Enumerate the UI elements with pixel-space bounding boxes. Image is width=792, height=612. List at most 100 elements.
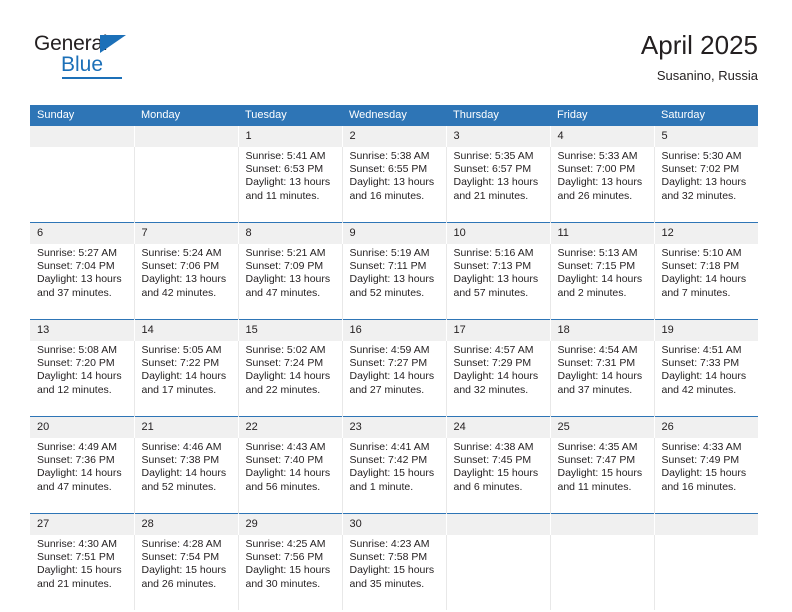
sunset-text: Sunset: 7:49 PM: [661, 454, 740, 467]
day-number[interactable]: 5: [654, 126, 758, 147]
day-cell[interactable]: Sunrise: 5:19 AM Sunset: 7:11 PM Dayligh…: [342, 244, 447, 320]
day-cell[interactable]: Sunrise: 4:38 AM Sunset: 7:45 PM Dayligh…: [446, 438, 551, 514]
daylight-text-line2: and 22 minutes.: [245, 383, 321, 396]
day-number[interactable]: 28: [134, 513, 239, 535]
calendar-page: General Blue April 2025 Susanino, Russia…: [0, 0, 792, 612]
daylight-text-line1: Daylight: 13 hours: [37, 273, 122, 286]
daylight-text-line1: Daylight: 15 hours: [349, 467, 435, 480]
week-detail-row: Sunrise: 5:27 AM Sunset: 7:04 PM Dayligh…: [30, 244, 758, 320]
sunset-text: Sunset: 7:20 PM: [37, 357, 115, 370]
day-number[interactable]: [134, 126, 239, 147]
weekday-header-thursday: Thursday: [446, 105, 550, 126]
day-cell[interactable]: Sunrise: 4:59 AM Sunset: 7:27 PM Dayligh…: [342, 341, 447, 417]
day-number[interactable]: 18: [550, 319, 655, 341]
sunrise-text: Sunrise: 5:24 AM: [141, 247, 222, 259]
day-cell[interactable]: [550, 535, 655, 610]
sunset-text: Sunset: 7:42 PM: [349, 454, 428, 467]
day-cell[interactable]: [134, 147, 239, 223]
sunrise-text: Sunrise: 4:54 AM: [557, 344, 638, 356]
day-cell[interactable]: Sunrise: 4:41 AM Sunset: 7:42 PM Dayligh…: [342, 438, 447, 514]
day-number[interactable]: 2: [342, 126, 447, 147]
daylight-text-line2: and 42 minutes.: [141, 286, 217, 299]
day-cell[interactable]: Sunrise: 5:30 AM Sunset: 7:02 PM Dayligh…: [654, 147, 758, 223]
day-cell[interactable]: Sunrise: 4:35 AM Sunset: 7:47 PM Dayligh…: [550, 438, 655, 514]
day-number[interactable]: 30: [342, 513, 447, 535]
day-cell[interactable]: Sunrise: 5:21 AM Sunset: 7:09 PM Dayligh…: [238, 244, 343, 320]
day-number[interactable]: 23: [342, 416, 447, 438]
sunrise-text: Sunrise: 5:13 AM: [557, 247, 638, 259]
day-cell[interactable]: Sunrise: 4:28 AM Sunset: 7:54 PM Dayligh…: [134, 535, 239, 610]
day-cell[interactable]: Sunrise: 5:02 AM Sunset: 7:24 PM Dayligh…: [238, 341, 343, 417]
day-number[interactable]: 8: [238, 222, 343, 244]
sunrise-text: Sunrise: 4:46 AM: [141, 441, 222, 453]
daylight-text-line2: and 6 minutes.: [453, 480, 523, 493]
day-cell[interactable]: Sunrise: 5:35 AM Sunset: 6:57 PM Dayligh…: [446, 147, 551, 223]
day-cell[interactable]: [30, 147, 135, 223]
day-cell[interactable]: Sunrise: 5:10 AM Sunset: 7:18 PM Dayligh…: [654, 244, 758, 320]
day-cell[interactable]: Sunrise: 4:49 AM Sunset: 7:36 PM Dayligh…: [30, 438, 135, 514]
day-number[interactable]: 4: [550, 126, 655, 147]
day-cell[interactable]: Sunrise: 4:33 AM Sunset: 7:49 PM Dayligh…: [654, 438, 758, 514]
day-number[interactable]: 21: [134, 416, 239, 438]
day-number[interactable]: 15: [238, 319, 343, 341]
day-number[interactable]: 12: [654, 222, 758, 244]
day-cell[interactable]: Sunrise: 5:16 AM Sunset: 7:13 PM Dayligh…: [446, 244, 551, 320]
day-number[interactable]: 9: [342, 222, 447, 244]
day-number[interactable]: [30, 126, 135, 147]
day-number[interactable]: 27: [30, 513, 135, 535]
general-blue-logo[interactable]: General Blue: [34, 32, 164, 84]
day-cell[interactable]: Sunrise: 4:57 AM Sunset: 7:29 PM Dayligh…: [446, 341, 551, 417]
daylight-text-line1: Daylight: 14 hours: [557, 370, 643, 383]
day-number[interactable]: 3: [446, 126, 551, 147]
week-number-row: 13 14 15 16 17 18 19: [30, 319, 758, 341]
day-cell[interactable]: Sunrise: 5:13 AM Sunset: 7:15 PM Dayligh…: [550, 244, 655, 320]
day-number[interactable]: 17: [446, 319, 551, 341]
day-cell[interactable]: Sunrise: 5:27 AM Sunset: 7:04 PM Dayligh…: [30, 244, 135, 320]
day-number[interactable]: 19: [654, 319, 758, 341]
day-number[interactable]: 29: [238, 513, 343, 535]
sunset-text: Sunset: 7:04 PM: [37, 260, 115, 273]
day-number[interactable]: 14: [134, 319, 239, 341]
day-cell[interactable]: Sunrise: 5:41 AM Sunset: 6:53 PM Dayligh…: [238, 147, 343, 223]
day-cell[interactable]: Sunrise: 5:24 AM Sunset: 7:06 PM Dayligh…: [134, 244, 239, 320]
weekday-header-friday: Friday: [550, 105, 654, 126]
day-cell[interactable]: Sunrise: 5:33 AM Sunset: 7:00 PM Dayligh…: [550, 147, 655, 223]
day-number[interactable]: 10: [446, 222, 551, 244]
day-cell[interactable]: Sunrise: 4:46 AM Sunset: 7:38 PM Dayligh…: [134, 438, 239, 514]
day-cell[interactable]: Sunrise: 5:38 AM Sunset: 6:55 PM Dayligh…: [342, 147, 447, 223]
weekday-header-monday: Monday: [134, 105, 238, 126]
day-cell[interactable]: Sunrise: 5:08 AM Sunset: 7:20 PM Dayligh…: [30, 341, 135, 417]
day-number[interactable]: 7: [134, 222, 239, 244]
daylight-text-line2: and 47 minutes.: [245, 286, 321, 299]
day-cell[interactable]: Sunrise: 4:51 AM Sunset: 7:33 PM Dayligh…: [654, 341, 758, 417]
day-number[interactable]: 20: [30, 416, 135, 438]
daylight-text-line2: and 32 minutes.: [661, 189, 737, 202]
day-cell[interactable]: Sunrise: 4:43 AM Sunset: 7:40 PM Dayligh…: [238, 438, 343, 514]
day-number[interactable]: [654, 513, 758, 535]
day-number[interactable]: 24: [446, 416, 551, 438]
day-cell[interactable]: Sunrise: 4:30 AM Sunset: 7:51 PM Dayligh…: [30, 535, 135, 610]
day-cell[interactable]: Sunrise: 5:05 AM Sunset: 7:22 PM Dayligh…: [134, 341, 239, 417]
daylight-text-line2: and 12 minutes.: [37, 383, 112, 396]
day-number[interactable]: [550, 513, 655, 535]
day-number[interactable]: 13: [30, 319, 135, 341]
daylight-text-line1: Daylight: 13 hours: [349, 273, 435, 286]
day-number[interactable]: 16: [342, 319, 447, 341]
day-cell[interactable]: [446, 535, 551, 610]
daylight-text-line1: Daylight: 13 hours: [661, 176, 747, 189]
day-number[interactable]: 1: [238, 126, 343, 147]
day-number[interactable]: [446, 513, 551, 535]
day-number[interactable]: 6: [30, 222, 135, 244]
day-cell[interactable]: Sunrise: 4:54 AM Sunset: 7:31 PM Dayligh…: [550, 341, 655, 417]
sunrise-text: Sunrise: 4:35 AM: [557, 441, 638, 453]
day-number[interactable]: 25: [550, 416, 655, 438]
day-cell[interactable]: Sunrise: 4:23 AM Sunset: 7:58 PM Dayligh…: [342, 535, 447, 610]
day-cell[interactable]: Sunrise: 4:25 AM Sunset: 7:56 PM Dayligh…: [238, 535, 343, 610]
daylight-text-line1: Daylight: 13 hours: [453, 273, 539, 286]
day-number[interactable]: 26: [654, 416, 758, 438]
daylight-text-line2: and 32 minutes.: [453, 383, 529, 396]
daylight-text-line1: Daylight: 14 hours: [557, 273, 643, 286]
day-number[interactable]: 22: [238, 416, 343, 438]
day-cell[interactable]: [654, 535, 758, 610]
day-number[interactable]: 11: [550, 222, 655, 244]
